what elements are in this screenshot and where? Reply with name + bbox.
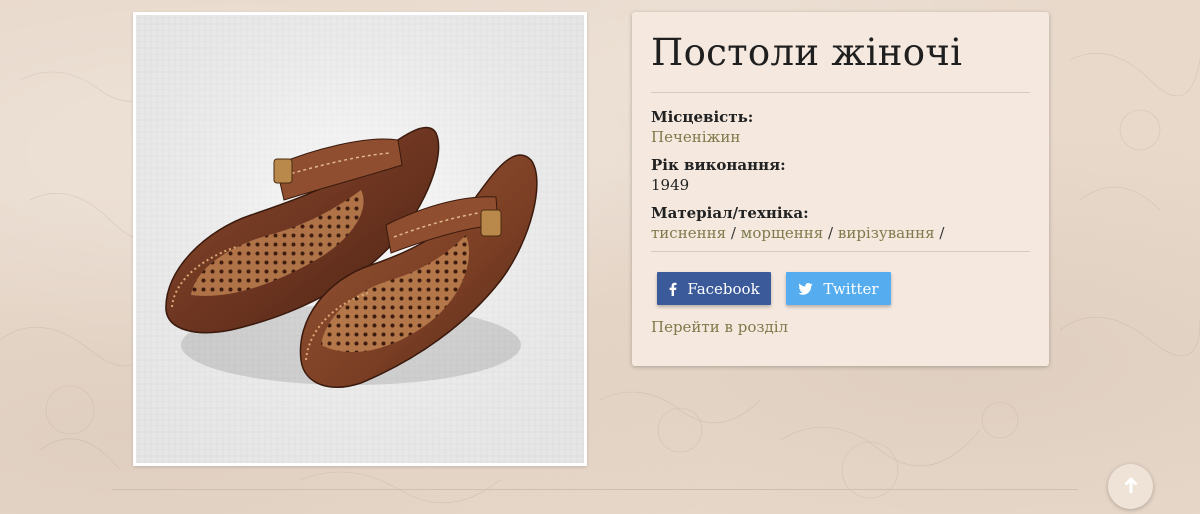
facebook-share-button[interactable]: Facebook xyxy=(657,272,771,305)
title-divider xyxy=(651,92,1030,93)
field-technique: Матеріал/техніка: тиснення / морщення / … xyxy=(651,203,1030,243)
year-value: 1949 xyxy=(651,176,690,194)
footer-divider xyxy=(112,489,1078,490)
technique-separator: / xyxy=(939,224,945,242)
technique-link-gathering[interactable]: морщення xyxy=(741,224,824,242)
share-buttons: Facebook Twitter xyxy=(651,272,1030,305)
location-label: Місцевість: xyxy=(651,108,754,126)
scroll-to-top-button[interactable] xyxy=(1108,464,1153,509)
technique-separator: / xyxy=(828,224,834,242)
technique-label: Матеріал/техніка: xyxy=(651,204,809,222)
field-location: Місцевість: Печеніжин xyxy=(651,107,1030,147)
arrow-up-icon xyxy=(1123,476,1139,498)
facebook-f-icon xyxy=(668,282,677,296)
year-label: Рік виконання: xyxy=(651,156,786,174)
field-year: Рік виконання: 1949 xyxy=(651,155,1030,195)
fields-divider xyxy=(651,251,1030,252)
technique-link-embossing[interactable]: тиснення xyxy=(651,224,726,242)
go-to-section-link[interactable]: Перейти в розділ xyxy=(651,317,1030,337)
technique-link-cutting[interactable]: вирізування xyxy=(838,224,935,242)
item-photo[interactable] xyxy=(133,12,587,466)
shoes-image xyxy=(136,15,584,463)
item-title: Постоли жіночі xyxy=(651,31,963,74)
technique-separator: / xyxy=(730,224,736,242)
twitter-share-label: Twitter xyxy=(823,279,879,298)
item-fields: Місцевість: Печеніжин Рік виконання: 194… xyxy=(651,107,1030,243)
location-link[interactable]: Печеніжин xyxy=(651,128,740,146)
technique-values: тиснення / морщення / вирізування / xyxy=(651,223,1030,243)
twitter-bird-icon xyxy=(798,282,814,295)
item-info-card: Постоли жіночі Місцевість: Печеніжин Рік… xyxy=(632,12,1049,366)
twitter-share-button[interactable]: Twitter xyxy=(786,272,891,305)
facebook-share-label: Facebook xyxy=(687,279,760,298)
